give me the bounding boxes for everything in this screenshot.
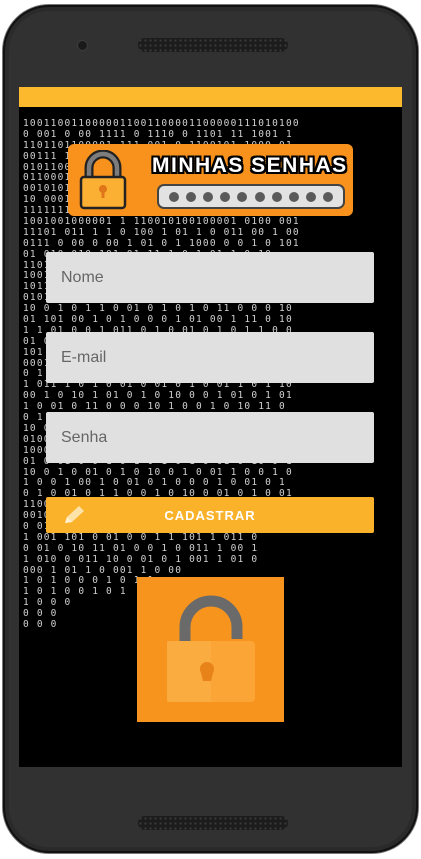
- matrix-row: 10 0 1 0 1 1 0 01 0 1 0 1 0 11 0 0 0 10: [23, 304, 293, 315]
- padlock-icon: [79, 150, 127, 210]
- register-button[interactable]: CADASTRAR: [46, 497, 374, 533]
- matrix-row: 1 001 101 0 01 0 0 1 1 101 1 011 0: [23, 532, 259, 543]
- open-padlock-image: [137, 577, 284, 722]
- password-dots: [157, 184, 345, 209]
- app-logo: MINHAS SENHAS: [68, 144, 353, 216]
- password-dot: [306, 191, 317, 202]
- password-dot: [254, 191, 265, 202]
- password-dot: [237, 191, 248, 202]
- front-camera: [78, 41, 87, 50]
- matrix-row: 10 0 1 0 01 0 1 0 10 0 1 0 01 1 0 0 1 0: [23, 467, 293, 478]
- matrix-row: 0111 0 00 0 00 1 01 0 1 1000 0 0 1 0 101: [23, 238, 300, 249]
- bottom-speaker: [138, 816, 288, 830]
- open-padlock-icon: [167, 595, 255, 702]
- name-input[interactable]: [46, 252, 374, 303]
- matrix-row: 1 0 0 1 00 1 0 01 0 1 0 0 0 1 0 01 0 1: [23, 478, 286, 489]
- password-dot: [185, 191, 196, 202]
- register-button-label: CADASTRAR: [164, 508, 256, 523]
- matrix-row: 01 101 00 1 0 1 0 0 0 1 01 00 1 11 0 10: [23, 315, 293, 326]
- password-dot: [168, 191, 179, 202]
- matrix-row: 0 01 0 10 11 01 0 0 1 0 011 1 00 1: [23, 543, 259, 554]
- matrix-row: 1001001000001 1 110010100100001 0100 001: [23, 217, 300, 228]
- email-input[interactable]: [46, 332, 374, 383]
- matrix-row: 1001100110000011001100001100000111010100: [23, 119, 300, 129]
- password-dot: [323, 191, 334, 202]
- matrix-row: 1 010 0 011 10 0 01 0 1 001 1 01 0: [23, 554, 259, 565]
- password-dot: [220, 191, 231, 202]
- password-dot: [271, 191, 282, 202]
- app-screen: 1001100110000011001100001100000111010100…: [19, 87, 402, 767]
- status-bar: [19, 87, 402, 107]
- password-dot: [202, 191, 213, 202]
- matrix-row: 11101 011 1 1 0 100 1 01 1 0 011 00 1 00: [23, 227, 300, 238]
- password-dot: [288, 191, 299, 202]
- matrix-row: 00 1 0 10 1 01 0 1 0 10 0 0 1 01 0 1 01: [23, 391, 293, 402]
- top-speaker: [138, 38, 288, 52]
- password-input[interactable]: [46, 412, 374, 463]
- logo-title: MINHAS SENHAS: [152, 154, 348, 177]
- matrix-row: 000 1 01 1 0 001 1 0 00: [23, 565, 183, 576]
- matrix-row: 0 001 0 00 1111 0 1110 0 1101 11 1001 1: [23, 129, 293, 140]
